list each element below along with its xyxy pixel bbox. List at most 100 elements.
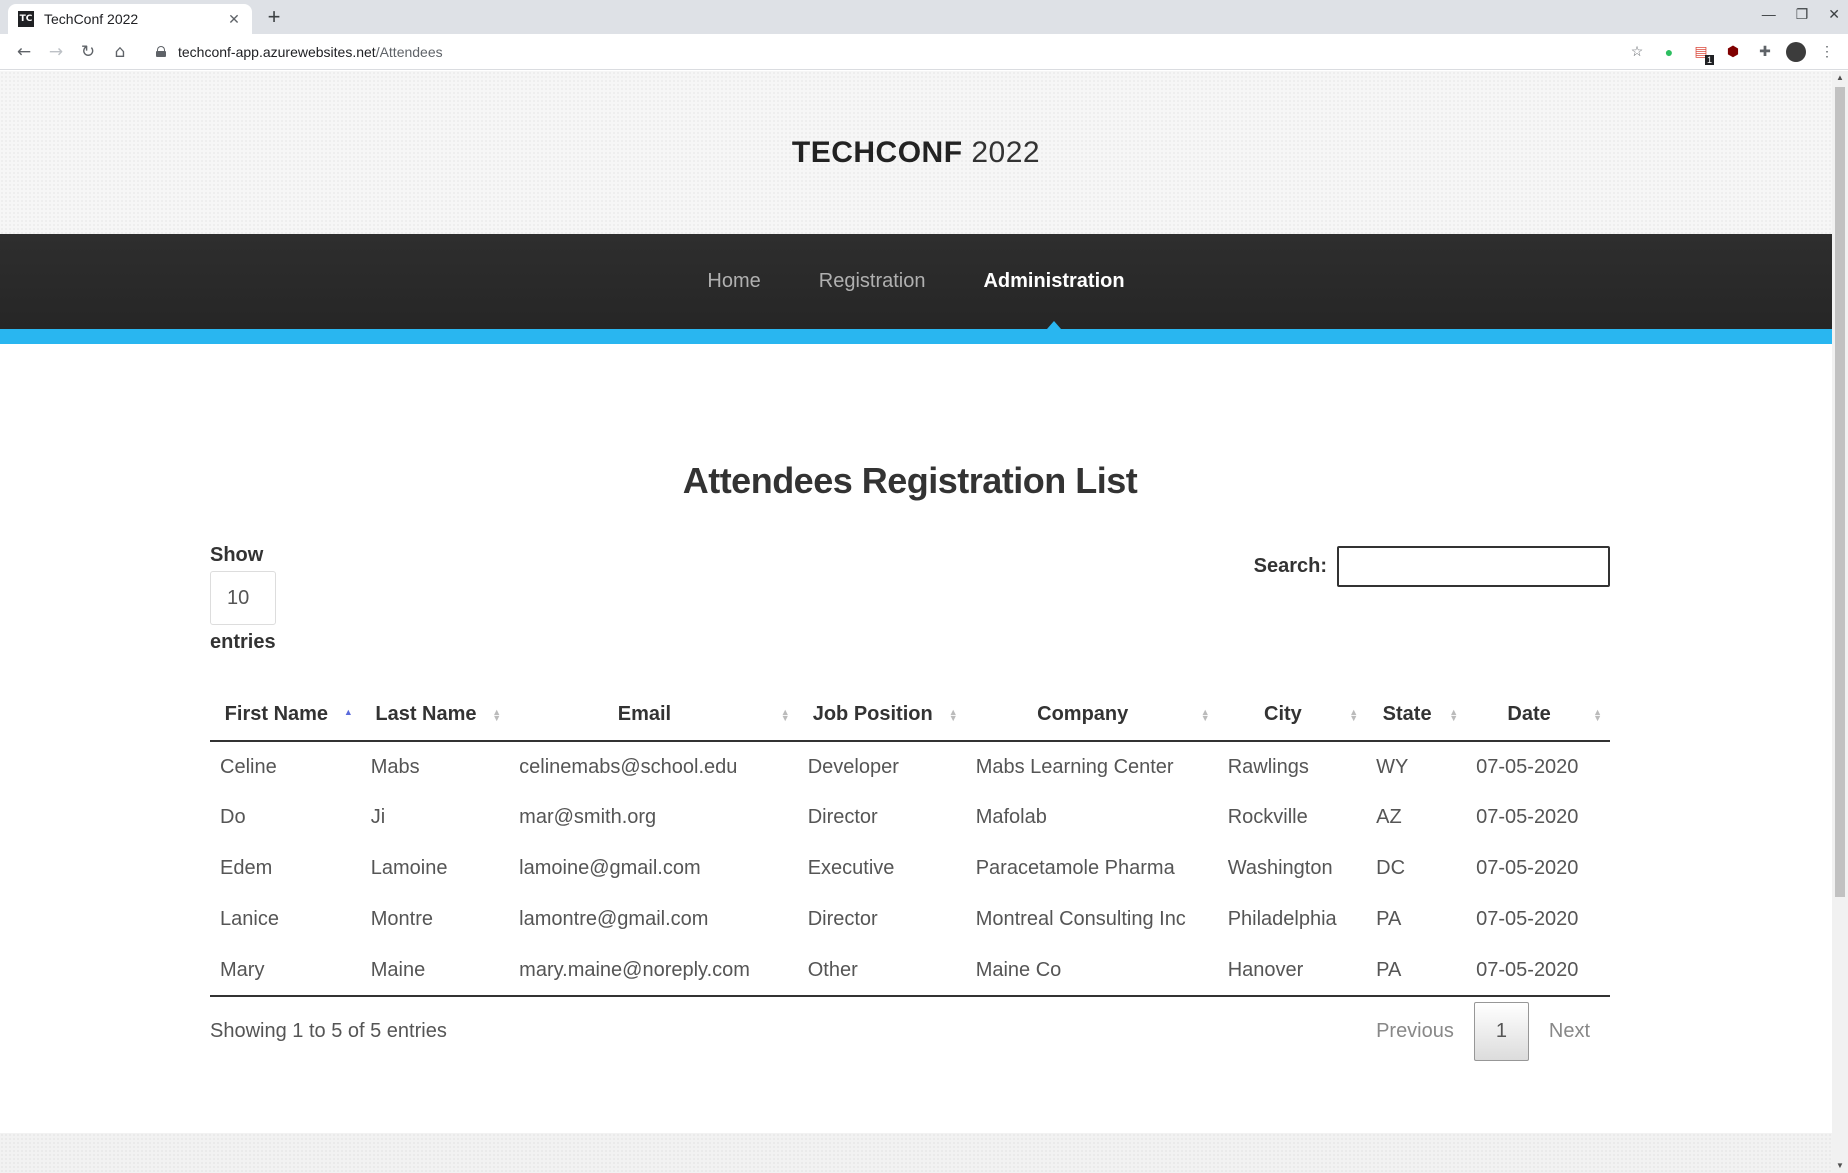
extension-toolbar: ● ▤ 1 ⬢ ✚ ⋮ xyxy=(1658,41,1838,65)
address-bar: ← → ↻ ⌂ techconf-app.azurewebsites.net/A… xyxy=(0,34,1848,70)
sort-icon: ▲▼ xyxy=(1449,706,1459,723)
browser-tab-bar: TC TechConf 2022 ✕ + — ❐ ✕ xyxy=(0,0,1848,34)
table-cell: Mary xyxy=(210,945,361,997)
table-cell: Do xyxy=(220,806,246,828)
table-cell: Lanice xyxy=(220,908,279,930)
close-window-icon[interactable]: ✕ xyxy=(1828,6,1840,23)
table-cell: Ji xyxy=(370,806,386,828)
nav-item-home[interactable]: Home xyxy=(707,234,760,329)
column-header[interactable]: Email ▲ ▼ xyxy=(509,689,798,742)
evernote-extension-icon[interactable]: ● xyxy=(1658,41,1680,63)
table-cell: Developer xyxy=(807,755,899,778)
column-header[interactable]: Company ▲ ▼ xyxy=(965,689,1218,742)
page-scrollbar[interactable]: ▲ ▼ xyxy=(1832,71,1848,1173)
table-row: Do Ji mar@smith.org Director Mafolab Rockvill… xyxy=(210,792,1610,843)
table-row: Mary Maine mary.maine@noreply.com Other Main… xyxy=(210,945,1610,997)
nav-item-administration[interactable]: Administration xyxy=(983,234,1124,329)
table-cell: mary.maine@noreply.com xyxy=(509,945,798,997)
previous-page-button[interactable]: Previous xyxy=(1356,1002,1474,1061)
search-control: Search: xyxy=(1254,546,1610,587)
page-viewport: TECHCONF 2022 Home Registration Administ… xyxy=(0,71,1832,1173)
column-header[interactable]: Job Position ▲ ▼ xyxy=(797,689,966,742)
search-label: Search: xyxy=(1253,555,1327,577)
table-row: Edem Lamoine lamoine@gmail.com Executive Par… xyxy=(210,843,1610,894)
sort-icon: ▲▼ xyxy=(1593,706,1602,723)
table-cell: Maine Co xyxy=(965,945,1218,997)
search-input[interactable] xyxy=(1337,546,1610,587)
next-page-button[interactable]: Next xyxy=(1529,1002,1610,1061)
table-cell: Philadelphia xyxy=(1227,908,1337,930)
column-header-label: Date xyxy=(1507,703,1551,725)
entries-label: entries xyxy=(210,631,276,653)
page-title: Attendees Registration List xyxy=(682,460,1138,501)
scrollbar-thumb[interactable] xyxy=(1835,87,1845,897)
new-tab-icon[interactable]: + xyxy=(262,6,286,28)
column-header-label: State xyxy=(1382,703,1432,725)
table-cell: mar@smith.org xyxy=(519,806,657,828)
tab-close-icon[interactable]: ✕ xyxy=(226,11,242,28)
url-input[interactable]: techconf-app.azurewebsites.net/Attendees… xyxy=(146,37,1648,66)
table-cell: PA xyxy=(1376,908,1402,930)
table-cell: Maine xyxy=(360,945,510,997)
table-cell: Mafolab xyxy=(975,806,1047,828)
reload-icon[interactable]: ↻ xyxy=(74,38,102,66)
column-header[interactable]: State ▲ ▼ xyxy=(1366,689,1467,742)
profile-avatar[interactable] xyxy=(1786,41,1806,62)
table-row: Lanice Montre lamontre@gmail.com Director Mo… xyxy=(210,894,1610,945)
sort-icon: ▲▼ xyxy=(1349,706,1359,723)
table-body: Celine Mabs celinemabs@school.edu Developer… xyxy=(210,741,1610,997)
scroll-up-icon[interactable]: ▲ xyxy=(1832,71,1848,85)
site-footer xyxy=(0,1133,1832,1173)
column-header[interactable]: Last Name ▲ ▼ xyxy=(360,689,510,742)
browser-tab[interactable]: TC TechConf 2022 ✕ xyxy=(8,4,252,34)
table-cell: WY xyxy=(1376,755,1409,778)
column-header-label: First Name xyxy=(224,703,329,725)
entries-length-control: Show 10 entries xyxy=(210,544,276,654)
table-cell: AZ xyxy=(1376,806,1402,828)
site-brand[interactable]: TECHCONF 2022 xyxy=(792,136,1040,170)
table-cell: celinemabs@school.edu xyxy=(519,755,738,778)
site-header: TECHCONF 2022 xyxy=(0,71,1832,234)
table-cell: Mabs Learning Center xyxy=(975,755,1174,778)
scroll-down-icon[interactable]: ▼ xyxy=(1832,1159,1848,1173)
table-cell: DC xyxy=(1376,857,1406,879)
restore-icon[interactable]: ❐ xyxy=(1796,6,1809,23)
minimize-icon[interactable]: — xyxy=(1762,6,1776,23)
tab-title: TechConf 2022 xyxy=(44,11,139,27)
back-icon[interactable]: ← xyxy=(10,38,38,66)
extensions-puzzle-icon[interactable]: ✚ xyxy=(1754,41,1776,63)
lock-icon[interactable] xyxy=(156,46,166,57)
entries-select[interactable]: 10 xyxy=(210,571,276,625)
table-cell: Celine xyxy=(220,755,277,778)
brand-name: TECHCONF xyxy=(791,135,963,169)
table-cell: Rawlings xyxy=(1227,755,1309,778)
column-header[interactable]: City ▲ ▼ xyxy=(1217,689,1367,742)
table-cell: Other xyxy=(797,945,966,997)
table-cell: Rockville xyxy=(1227,806,1308,828)
main-nav: Home Registration Administration xyxy=(0,234,1832,329)
favicon-icon: TC xyxy=(18,11,34,27)
page-1-button[interactable]: 1 xyxy=(1473,1001,1529,1061)
table-cell: Hanover xyxy=(1217,945,1367,997)
ublock-extension-icon[interactable]: ⬢ xyxy=(1722,41,1744,63)
column-header[interactable]: First Name ▲▼ xyxy=(210,689,361,742)
sort-icon: ▲▼ xyxy=(492,706,502,723)
table-cell: PA xyxy=(1366,945,1467,997)
extension-badge: 1 xyxy=(1704,54,1714,65)
todo-extension-icon[interactable]: ▤ 1 xyxy=(1690,41,1714,65)
browser-menu-icon[interactable]: ⋮ xyxy=(1816,41,1838,63)
bookmark-star-icon[interactable]: ☆ xyxy=(1626,41,1648,63)
table-header-row: First Name▲▼Last Name▲▼Email▲▼Job Positi… xyxy=(210,689,1610,742)
table-cell: lamontre@gmail.com xyxy=(519,908,709,930)
table-controls: Show 10 entries Search: xyxy=(210,544,1610,682)
column-header[interactable]: Date ▲ ▼ xyxy=(1466,689,1610,742)
main-content: Attendees Registration List Show 10 entr… xyxy=(210,344,1610,1061)
table-cell: 07-05-2020 xyxy=(1466,945,1610,997)
forward-icon[interactable]: → xyxy=(42,38,70,66)
sort-icon: ▲▼ xyxy=(780,706,790,723)
table-cell: Montreal Consulting Inc xyxy=(975,908,1186,930)
nav-accent-bar xyxy=(0,329,1832,344)
home-icon[interactable]: ⌂ xyxy=(106,38,134,66)
column-header-label: Email xyxy=(617,703,672,725)
nav-item-registration[interactable]: Registration xyxy=(819,234,926,329)
